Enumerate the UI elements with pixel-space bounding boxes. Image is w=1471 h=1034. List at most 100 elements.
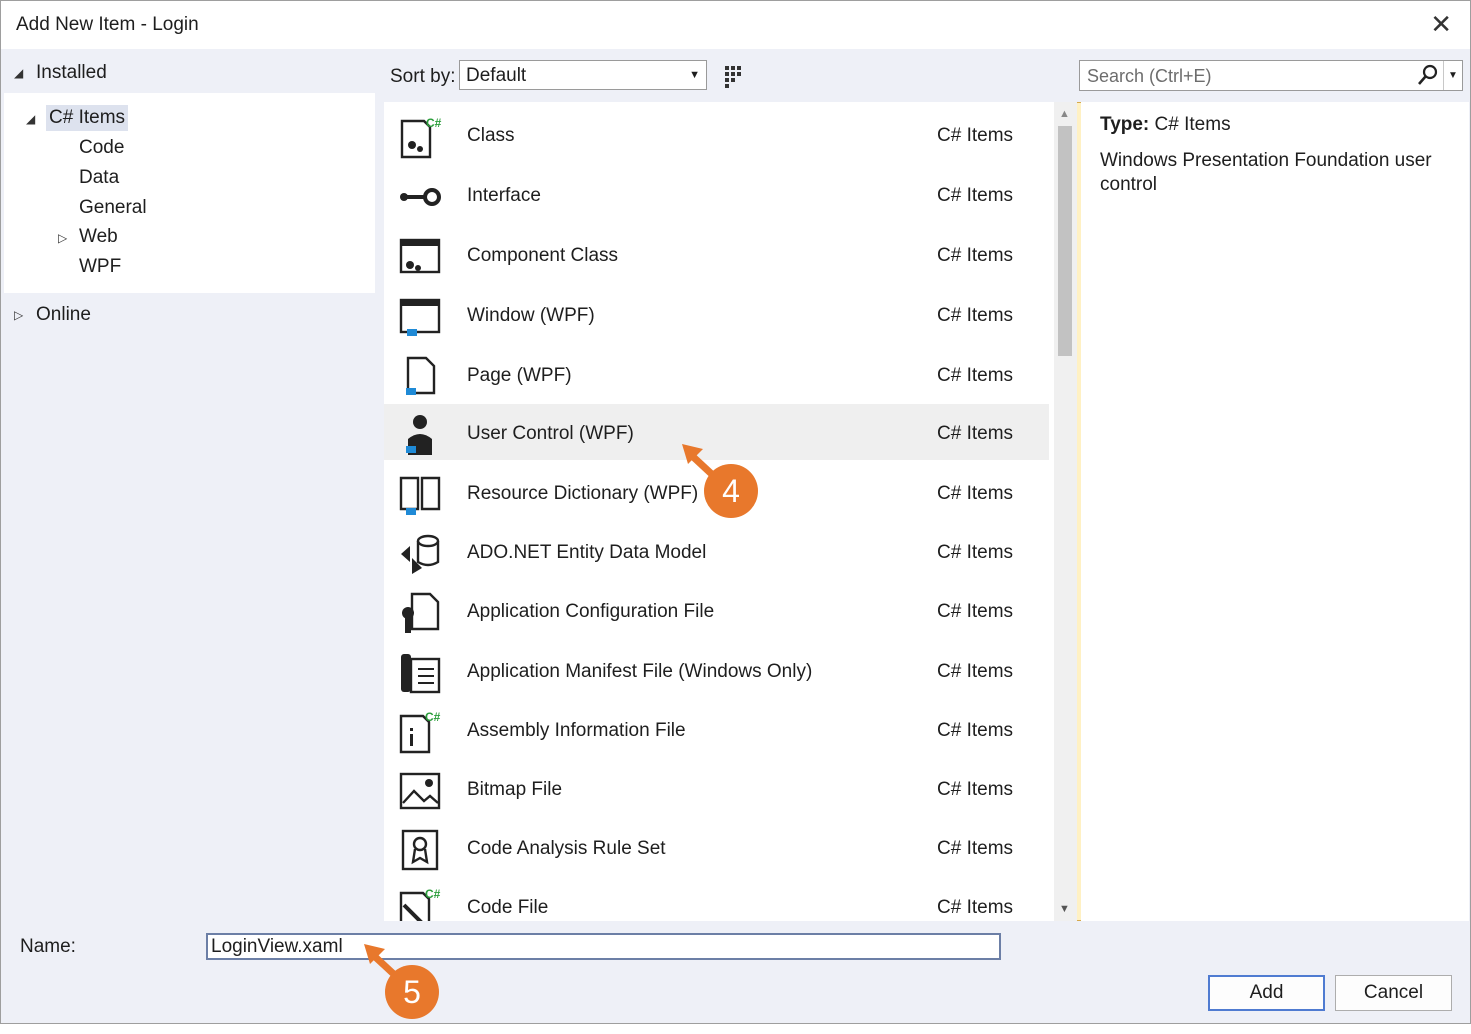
item-name: Code Analysis Rule Set <box>467 838 666 859</box>
list-item-code-file[interactable]: C# Code File C# Items <box>384 878 1049 921</box>
item-type-value: C# Items <box>1154 114 1231 135</box>
list-item-component-class[interactable]: Component Class C# Items <box>384 226 1049 282</box>
svg-text:C#: C# <box>425 887 441 901</box>
window-title: Add New Item - Login <box>16 14 199 35</box>
item-type-label: Type: <box>1100 114 1150 135</box>
manifest-icon <box>401 654 441 694</box>
item-name: User Control (WPF) <box>467 423 634 444</box>
tree-node-web[interactable]: Web <box>79 226 118 248</box>
item-category: C# Items <box>937 661 1014 682</box>
name-field-value: LoginView.xaml <box>211 936 343 957</box>
item-name: Class <box>467 125 515 146</box>
grid-view-button[interactable] <box>719 60 751 92</box>
list-item-application-configuration-file[interactable]: Application Configuration File C# Items <box>384 582 1049 638</box>
list-item-code-analysis-rule-set[interactable]: Code Analysis Rule Set C# Items <box>384 819 1049 875</box>
item-category: C# Items <box>937 483 1014 504</box>
resource-dictionary-icon <box>399 476 441 515</box>
sort-by-label: Sort by: <box>390 66 456 87</box>
item-name: Application Manifest File (Windows Only) <box>467 661 813 682</box>
item-category: C# Items <box>937 542 1014 563</box>
sort-by-select[interactable]: Default ▼ <box>459 60 707 90</box>
item-category: C# Items <box>937 720 1014 741</box>
item-category: C# Items <box>937 125 1014 146</box>
search-placeholder: Search (Ctrl+E) <box>1087 66 1212 86</box>
chevron-down-icon: ▼ <box>689 69 700 81</box>
item-category: C# Items <box>937 423 1014 444</box>
config-file-icon <box>402 592 440 633</box>
item-category: C# Items <box>937 305 1014 326</box>
rule-set-icon <box>401 829 439 871</box>
item-name: Window (WPF) <box>467 305 595 326</box>
page-icon <box>406 356 436 395</box>
list-item-ado-net-entity-data-model[interactable]: ADO.NET Entity Data Model C# Items <box>384 523 1049 579</box>
list-item-window-wpf[interactable]: Window (WPF) C# Items <box>384 286 1049 342</box>
item-type: Type: C# Items <box>1100 114 1231 136</box>
item-category: C# Items <box>937 838 1014 859</box>
add-button[interactable]: Add <box>1208 975 1325 1011</box>
tree-node-online[interactable]: Online <box>36 304 91 326</box>
name-label: Name: <box>20 936 76 957</box>
list-item-application-manifest-file[interactable]: Application Manifest File (Windows Only)… <box>384 642 1049 698</box>
list-item-page-wpf[interactable]: Page (WPF) C# Items <box>384 346 1049 402</box>
sort-by-value: Default <box>466 65 527 86</box>
list-item-interface[interactable]: Interface C# Items <box>384 166 1049 222</box>
code-file-icon: C# <box>399 887 441 921</box>
search-options-dropdown[interactable]: ▼ <box>1443 61 1462 90</box>
item-category: C# Items <box>937 779 1014 800</box>
scrollbar-thumb[interactable] <box>1058 126 1072 356</box>
cancel-button[interactable]: Cancel <box>1335 975 1452 1011</box>
svg-text:C#: C# <box>426 116 442 130</box>
grid-view-icon <box>725 66 741 88</box>
collapse-triangle-icon[interactable]: ◢ <box>14 66 23 80</box>
assembly-info-icon: C# <box>399 710 441 754</box>
user-control-icon <box>406 415 432 455</box>
scroll-up-icon[interactable]: ▲ <box>1059 108 1070 120</box>
entity-model-icon <box>401 534 440 574</box>
collapse-triangle-icon[interactable]: ◢ <box>26 112 35 126</box>
scroll-down-icon[interactable]: ▼ <box>1059 903 1070 915</box>
item-name: Assembly Information File <box>467 720 686 741</box>
add-new-item-dialog: Add New Item - Login ✕ ◢ Installed ◢ C# … <box>0 0 1471 1024</box>
tree-node-wpf[interactable]: WPF <box>79 256 121 278</box>
tree-node-general[interactable]: General <box>79 197 147 219</box>
close-icon[interactable]: ✕ <box>1430 9 1452 40</box>
item-name: Application Configuration File <box>467 601 715 622</box>
item-name: Page (WPF) <box>467 365 572 386</box>
svg-text:C#: C# <box>425 710 441 724</box>
item-name: Interface <box>467 185 541 206</box>
item-description: Windows Presentation Foundation user con… <box>1100 150 1432 195</box>
list-item-class[interactable]: C# Class C# Items <box>384 106 1049 162</box>
expand-triangle-icon[interactable]: ▷ <box>58 231 67 245</box>
list-item-assembly-information-file[interactable]: C# Assembly Information File C# Items <box>384 701 1049 757</box>
item-category: C# Items <box>937 897 1014 918</box>
tree-node-code[interactable]: Code <box>79 137 124 159</box>
expand-triangle-icon[interactable]: ▷ <box>14 308 23 322</box>
item-name: ADO.NET Entity Data Model <box>467 542 707 563</box>
tree-node-csharp-items[interactable]: C# Items <box>46 105 129 131</box>
title-bar: Add New Item - Login ✕ <box>1 1 1470 49</box>
step-callout-badge: 4 <box>704 464 758 518</box>
bitmap-icon <box>399 772 441 810</box>
item-category: C# Items <box>937 245 1014 266</box>
step-callout-badge: 5 <box>385 965 439 1019</box>
search-input[interactable]: Search (Ctrl+E) ▼ <box>1079 60 1463 91</box>
installed-subtree: ◢ C# Items Code Data General ▷ Web WPF <box>4 93 375 293</box>
tree-node-data[interactable]: Data <box>79 167 119 189</box>
name-field[interactable]: LoginView.xaml <box>206 933 1001 960</box>
item-details-pane: Type: C# Items Windows Presentation Foun… <box>1081 102 1469 921</box>
class-icon: C# <box>400 116 442 159</box>
item-list-scrollbar[interactable]: ▲ ▼ <box>1054 102 1077 921</box>
item-name: Bitmap File <box>467 779 563 800</box>
search-icon[interactable] <box>1416 63 1440 87</box>
window-icon <box>399 298 441 336</box>
item-name: Resource Dictionary (WPF) <box>467 483 699 504</box>
item-category: C# Items <box>937 185 1014 206</box>
template-tree-pane: ◢ Installed ◢ C# Items Code Data General… <box>1 49 379 921</box>
item-name: Component Class <box>467 245 619 266</box>
component-icon <box>399 238 441 274</box>
list-item-bitmap-file[interactable]: Bitmap File C# Items <box>384 760 1049 816</box>
tree-node-installed[interactable]: Installed <box>36 62 107 84</box>
item-category: C# Items <box>937 601 1014 622</box>
item-category: C# Items <box>937 365 1014 386</box>
interface-icon <box>400 188 441 206</box>
